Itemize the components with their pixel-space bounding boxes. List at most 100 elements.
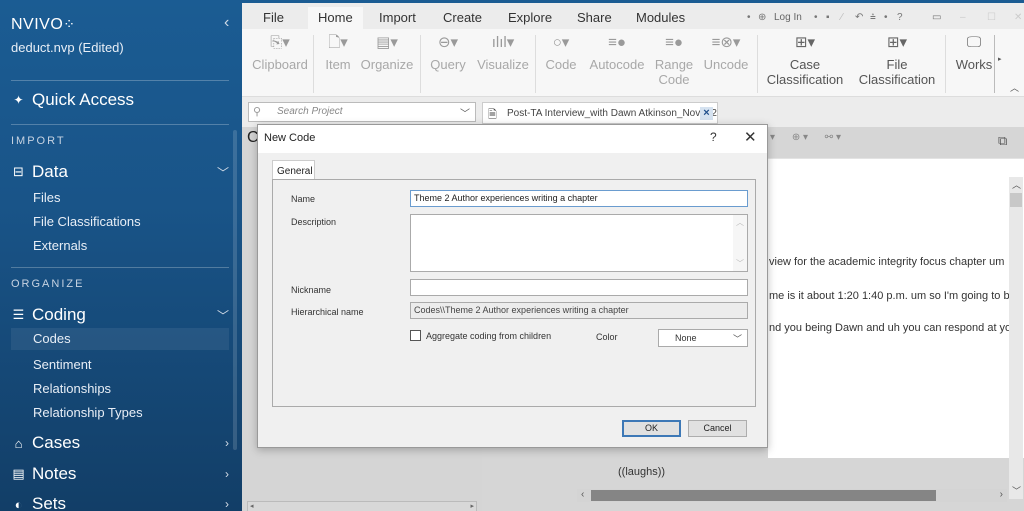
sidebar-group-notes[interactable]: ▤ Notes › [11, 464, 229, 484]
scrollbar-thumb[interactable] [591, 490, 936, 501]
sets-icon: ◐ [14, 496, 23, 511]
document-icon: 🗎 [488, 109, 497, 121]
clipboard-button[interactable]: ⎘▾ Clipboard [250, 29, 310, 72]
quick-access-item[interactable]: ✦ Quick Access [11, 90, 134, 110]
chevron-right-icon: › [225, 436, 229, 450]
customize-qat-icon[interactable]: ⩮ [870, 12, 876, 23]
zoom-icon[interactable]: ⊕ ▾ [792, 132, 808, 143]
sidebar-item-files[interactable]: Files [33, 190, 60, 205]
color-label: Color [596, 332, 618, 342]
ribbon-scroll-right-icon[interactable]: ▸ [998, 55, 1002, 63]
maximize-button[interactable]: ☐ [987, 12, 996, 23]
aggregate-coding-checkbox[interactable] [410, 330, 421, 341]
sidebar-item-codes[interactable]: Codes [11, 328, 229, 350]
code-button[interactable]: ○▾ Code [542, 29, 580, 72]
general-panel: Name Theme 2 Author experiences writing … [272, 179, 756, 407]
name-field[interactable]: Theme 2 Author experiences writing a cha… [410, 190, 748, 207]
sidebar-group-sets[interactable]: ◐ Sets › [11, 494, 229, 511]
sidebar-group-coding[interactable]: ☰ Coding ﹀ [11, 305, 229, 325]
document-toolbar[interactable]: ▾ ⊕ ▾ ⚯ ▾ [770, 132, 841, 143]
sidebar-item-file-classifications[interactable]: File Classifications [33, 214, 141, 229]
sidebar-group-data[interactable]: ⊟ Data ﹀ [11, 162, 229, 182]
tab-general[interactable]: General [272, 160, 315, 180]
minimize-button[interactable]: – [960, 12, 966, 23]
tab-file[interactable]: File [263, 10, 284, 25]
dialog-help-button[interactable]: ? [710, 130, 717, 144]
document-vertical-scrollbar[interactable]: ︿ ﹀ [1009, 177, 1023, 499]
description-scrollbar[interactable]: ︿ ﹀ [733, 215, 747, 271]
visualize-button[interactable]: ılıl▾ Visualize [475, 29, 531, 72]
scroll-up-icon[interactable]: ︿ [736, 217, 744, 228]
document-text-laughs: ((laughs)) [618, 466, 666, 478]
sidebar-item-relationships[interactable]: Relationships [33, 381, 111, 396]
document-tab[interactable]: 🗎 Post-TA Interview_with Dawn Atkinson_N… [482, 102, 718, 124]
uncode-button[interactable]: ≡⊗▾ Uncode [702, 29, 750, 72]
aggregate-coding-label[interactable]: Aggregate coding from children [426, 331, 551, 341]
scroll-left-icon[interactable]: ‹ [581, 489, 584, 500]
scroll-down-icon[interactable]: ﹀ [1012, 484, 1021, 497]
uncode-icon: ≡⊗▾ [711, 34, 741, 51]
ribbon-home: ⎘▾ Clipboard 🗋▾ Item ▤▾ Organize ⊖▾ Query ıl… [242, 29, 1024, 97]
sidebar-group-cases[interactable]: ⌂ Cases › [11, 433, 229, 453]
dialog-close-button[interactable]: ✕ [744, 128, 757, 146]
color-select[interactable]: None ﹀ [658, 329, 748, 347]
help-button[interactable]: ? [897, 12, 903, 23]
chevron-down-icon[interactable]: ﹀ [460, 105, 470, 120]
nickname-label: Nickname [291, 285, 332, 295]
undock-window-icon[interactable]: ⧉ [998, 133, 1007, 149]
nickname-field[interactable] [410, 279, 748, 296]
tab-share[interactable]: Share [577, 10, 612, 25]
chevron-down-icon: ﹀ [216, 308, 229, 323]
data-icon: ⊟ [13, 164, 24, 179]
cases-icon: ⌂ [14, 435, 23, 451]
sidebar-item-externals[interactable]: Externals [33, 238, 87, 253]
item-button[interactable]: 🗋▾ Item [321, 29, 355, 72]
edit-icon[interactable]: ∕ [841, 12, 843, 23]
scroll-right-icon[interactable]: › [1000, 489, 1003, 500]
organize-icon: ▤▾ [376, 34, 398, 51]
list-horizontal-scrollbar[interactable]: ◂ ▸ [247, 501, 477, 511]
sidebar-scrollbar[interactable] [233, 130, 237, 450]
dropdown-arrow-icon[interactable]: ▾ [770, 132, 775, 143]
workspace-icon: 🖵 [966, 34, 982, 51]
tab-home[interactable]: Home [308, 7, 363, 29]
scroll-up-icon[interactable]: ︿ [1012, 178, 1021, 191]
ok-button[interactable]: OK [622, 420, 681, 437]
link-icon[interactable]: ⚯ ▾ [825, 132, 841, 143]
document-text-line: nd you being Dawn and uh you can respond… [769, 322, 1009, 334]
pin-icon: ✦ [13, 93, 24, 107]
undo-icon[interactable]: ↶ [855, 12, 863, 23]
search-icon: ⚲ [253, 106, 262, 118]
login-button[interactable]: Log In [774, 12, 802, 23]
cancel-button[interactable]: Cancel [688, 420, 747, 437]
sidebar-item-relationship-types[interactable]: Relationship Types [33, 405, 143, 420]
ribbon-separator [757, 35, 758, 93]
scroll-left-icon: ◂ [250, 503, 254, 510]
tab-modules[interactable]: Modules [636, 10, 685, 25]
save-icon[interactable]: ▪ [826, 12, 830, 23]
scrollbar-thumb[interactable] [1010, 193, 1022, 207]
case-classification-button[interactable]: ⊞▾ Case Classification [764, 29, 846, 87]
query-button[interactable]: ⊖▾ Query [428, 29, 468, 72]
file-classification-button[interactable]: ⊞▾ File Classification [856, 29, 938, 87]
workspace-button[interactable]: 🖵 Works [954, 29, 994, 72]
collapse-ribbon-icon[interactable]: ︿ [1010, 81, 1019, 94]
tab-import[interactable]: Import [379, 10, 416, 25]
divider [11, 80, 229, 81]
close-window-button[interactable]: ✕ [1014, 12, 1022, 23]
tab-explore[interactable]: Explore [508, 10, 552, 25]
coding-icon: ☰ [12, 307, 25, 322]
scroll-down-icon[interactable]: ﹀ [736, 258, 744, 269]
feedback-icon[interactable]: ▭ [932, 12, 941, 23]
autocode-button[interactable]: ≡● Autocode [586, 29, 648, 72]
range-code-button[interactable]: ≡● Range Code [652, 29, 696, 87]
close-tab-button[interactable]: × [700, 107, 713, 120]
tab-create[interactable]: Create [443, 10, 482, 25]
search-project-input[interactable]: ⚲ Search Project ﹀ [248, 102, 476, 122]
sidebar-item-sentiment[interactable]: Sentiment [33, 357, 92, 372]
collapse-sidebar-button[interactable]: ‹ [224, 14, 229, 32]
description-field[interactable]: ︿ ﹀ [410, 214, 748, 272]
organize-button[interactable]: ▤▾ Organize [359, 29, 415, 72]
ribbon-separator [420, 35, 421, 93]
document-horizontal-scrollbar[interactable]: ‹ › [577, 489, 1007, 502]
